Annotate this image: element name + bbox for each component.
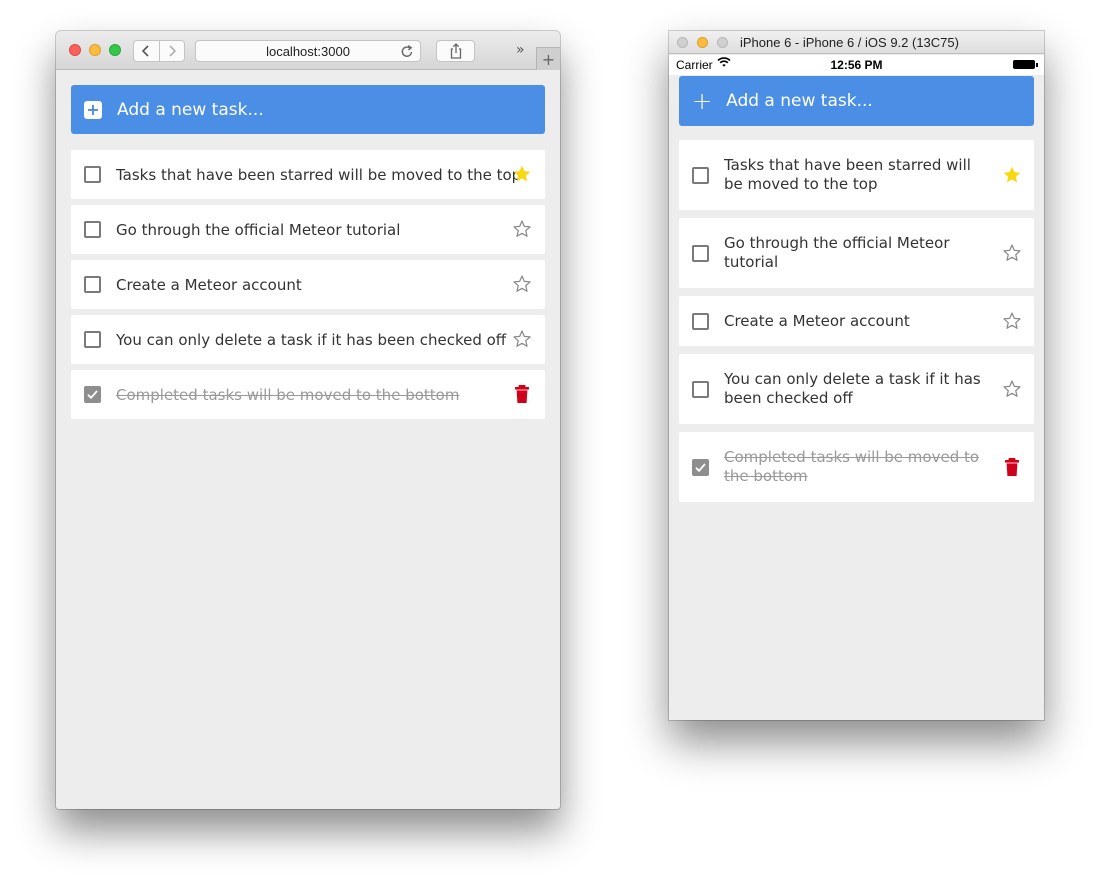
task-text: Go through the official Meteor tutorial bbox=[724, 234, 950, 271]
share-button[interactable] bbox=[436, 40, 475, 62]
close-window-button[interactable] bbox=[69, 44, 81, 56]
task-item: Create a Meteor account bbox=[679, 296, 1034, 346]
more-toolbar-items-button[interactable]: » bbox=[516, 42, 525, 58]
zoom-window-button[interactable] bbox=[109, 44, 121, 56]
task-text: Completed tasks will be moved to the bot… bbox=[116, 385, 460, 404]
plus-icon: + bbox=[692, 87, 713, 115]
chevron-left-icon bbox=[142, 45, 150, 57]
checkmark-icon bbox=[87, 390, 98, 400]
task-item: You can only delete a task if it has bee… bbox=[679, 354, 1034, 424]
task-text: Tasks that have been starred will be mov… bbox=[116, 165, 522, 184]
task-checkbox[interactable] bbox=[84, 221, 101, 238]
safari-window: localhost:3000 » + + Add a new task... T… bbox=[56, 31, 560, 809]
minimize-window-button[interactable] bbox=[89, 44, 101, 56]
back-button[interactable] bbox=[134, 41, 159, 61]
task-item-completed: Completed tasks will be moved to the bot… bbox=[679, 432, 1034, 502]
add-task-input[interactable]: + Add a new task... bbox=[71, 85, 545, 134]
add-task-placeholder: Add a new task... bbox=[726, 91, 873, 111]
new-tab-button[interactable]: + bbox=[536, 47, 560, 70]
navigation-buttons bbox=[133, 40, 185, 62]
trash-icon[interactable] bbox=[1002, 457, 1022, 477]
task-item: You can only delete a task if it has bee… bbox=[71, 315, 545, 364]
task-text: Create a Meteor account bbox=[116, 275, 302, 294]
close-window-button[interactable] bbox=[677, 37, 688, 48]
task-text: Completed tasks will be moved to the bot… bbox=[724, 448, 980, 485]
task-checkbox-checked[interactable] bbox=[84, 386, 101, 403]
trash-icon[interactable] bbox=[512, 384, 532, 404]
add-task-placeholder: Add a new task... bbox=[117, 99, 264, 120]
todo-app-mobile: + Add a new task... Tasks that have been… bbox=[679, 76, 1034, 502]
plus-icon: + bbox=[84, 100, 102, 119]
star-outline-icon[interactable] bbox=[1002, 311, 1022, 331]
task-text: Create a Meteor account bbox=[724, 311, 910, 330]
star-outline-icon[interactable] bbox=[1002, 243, 1022, 263]
task-text: You can only delete a task if it has bee… bbox=[116, 330, 507, 349]
ios-simulator-window: iPhone 6 - iPhone 6 / iOS 9.2 (13C75) Ca… bbox=[669, 31, 1044, 720]
task-checkbox[interactable] bbox=[692, 166, 709, 184]
battery-icon bbox=[1013, 60, 1038, 69]
task-checkbox[interactable] bbox=[692, 312, 709, 330]
simulator-title: iPhone 6 - iPhone 6 / iOS 9.2 (13C75) bbox=[740, 35, 959, 50]
star-outline-icon[interactable] bbox=[512, 274, 532, 294]
task-text: You can only delete a task if it has bee… bbox=[724, 370, 981, 407]
task-text: Tasks that have been starred will be mov… bbox=[724, 156, 971, 193]
star-outline-icon[interactable] bbox=[512, 329, 532, 349]
task-checkbox[interactable] bbox=[692, 244, 709, 262]
star-outline-icon[interactable] bbox=[512, 219, 532, 239]
task-checkbox[interactable] bbox=[84, 331, 101, 348]
star-filled-icon[interactable] bbox=[512, 164, 532, 184]
task-item: Go through the official Meteor tutorial bbox=[679, 218, 1034, 288]
task-item: Tasks that have been starred will be mov… bbox=[71, 150, 545, 199]
task-checkbox[interactable] bbox=[692, 380, 709, 398]
task-item: Go through the official Meteor tutorial bbox=[71, 205, 545, 254]
minimize-window-button[interactable] bbox=[697, 37, 708, 48]
star-filled-icon[interactable] bbox=[1002, 165, 1022, 185]
star-outline-icon[interactable] bbox=[1002, 379, 1022, 399]
ios-status-bar: Carrier 12:56 PM bbox=[669, 55, 1044, 75]
task-checkbox[interactable] bbox=[84, 276, 101, 293]
task-item: Tasks that have been starred will be mov… bbox=[679, 140, 1034, 210]
checkmark-icon bbox=[695, 462, 706, 472]
todo-app-desktop: + Add a new task... Tasks that have been… bbox=[71, 85, 545, 419]
share-icon bbox=[450, 43, 461, 59]
chevron-right-icon bbox=[169, 45, 177, 57]
address-bar[interactable]: localhost:3000 bbox=[195, 40, 421, 62]
task-text: Go through the official Meteor tutorial bbox=[116, 220, 401, 239]
simulator-titlebar: iPhone 6 - iPhone 6 / iOS 9.2 (13C75) bbox=[669, 31, 1044, 54]
status-time: 12:56 PM bbox=[830, 58, 883, 72]
task-item: Create a Meteor account bbox=[71, 260, 545, 309]
zoom-window-button[interactable] bbox=[717, 37, 728, 48]
url-text: localhost:3000 bbox=[266, 43, 350, 59]
forward-button[interactable] bbox=[158, 41, 184, 61]
reload-icon[interactable] bbox=[400, 43, 414, 59]
add-task-input[interactable]: + Add a new task... bbox=[679, 76, 1034, 126]
task-item-completed: Completed tasks will be moved to the bot… bbox=[71, 370, 545, 419]
task-checkbox-checked[interactable] bbox=[692, 458, 709, 476]
task-checkbox[interactable] bbox=[84, 166, 101, 183]
browser-toolbar: localhost:3000 » + bbox=[56, 31, 560, 70]
